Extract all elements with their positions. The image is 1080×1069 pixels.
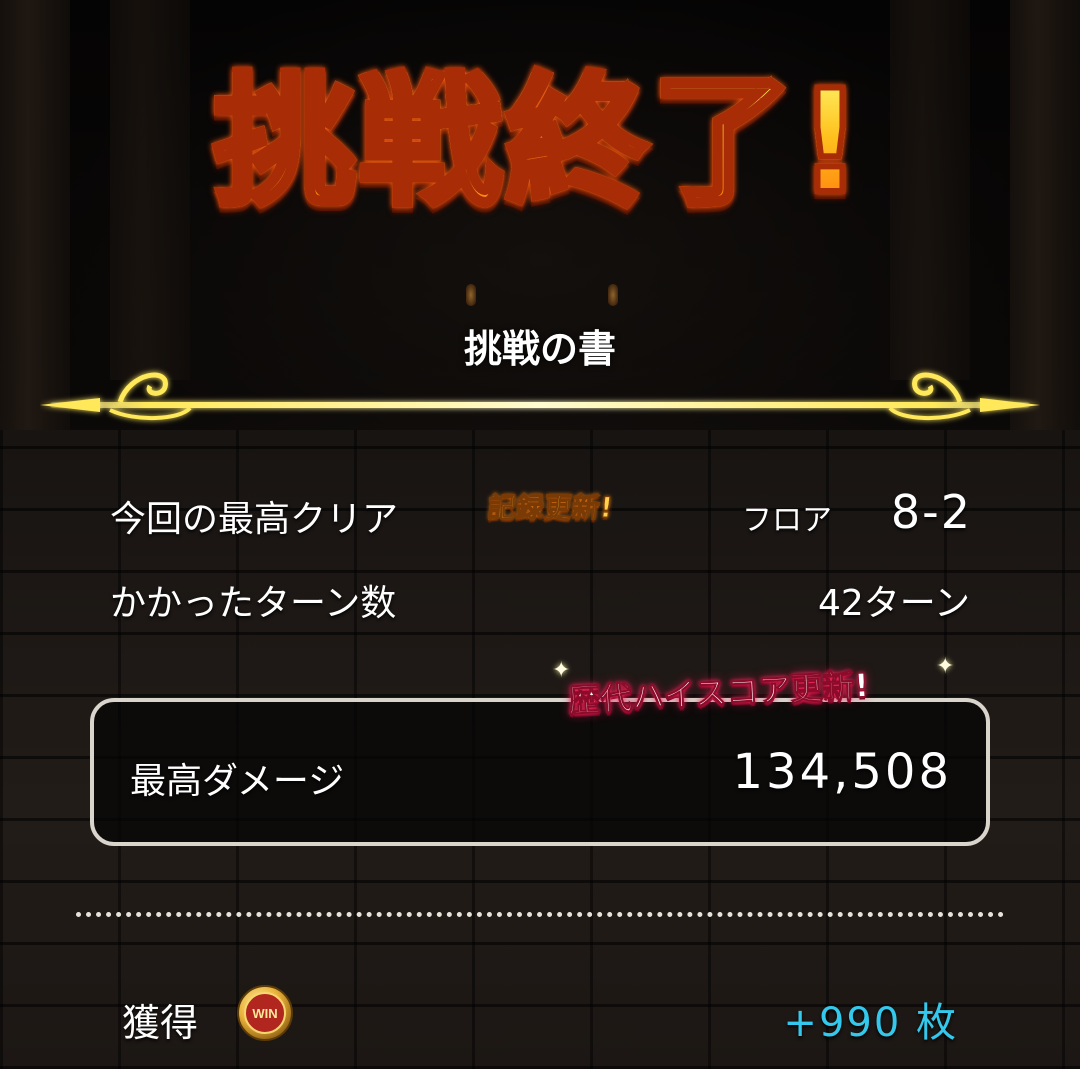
dotted-divider [76,912,1004,917]
best-clear-label: 今回の最高クリア [110,499,399,540]
result-screen: 挑戦終了! 挑戦の書 今回の最高クリア 記録更新! フロア 8-2 かかったター… [0,0,1080,1069]
challenge-over-title: 挑戦終了! [0,69,1080,217]
torch-icon [608,284,618,306]
win-medal-coin-icon: WIN [237,985,293,1041]
reward-value: +990 枚 [783,1000,958,1046]
sparkle-icon: ✦ [936,654,955,679]
turns-label: かかったターン数 [110,583,397,624]
turns-value: 42ターン [817,583,970,624]
ornate-gold-divider-icon [40,372,1040,420]
reward-label: 獲得 [122,1001,199,1045]
coin-text: WIN [252,1006,277,1021]
max-damage-label: 最高ダメージ [130,761,345,802]
floor-prefix: フロア [742,503,832,538]
floor-value: 8-2 [890,485,972,539]
record-updated-badge: 記録更新! [486,491,615,525]
torch-icon [466,284,476,306]
max-damage-value: 134,508 [732,744,952,800]
